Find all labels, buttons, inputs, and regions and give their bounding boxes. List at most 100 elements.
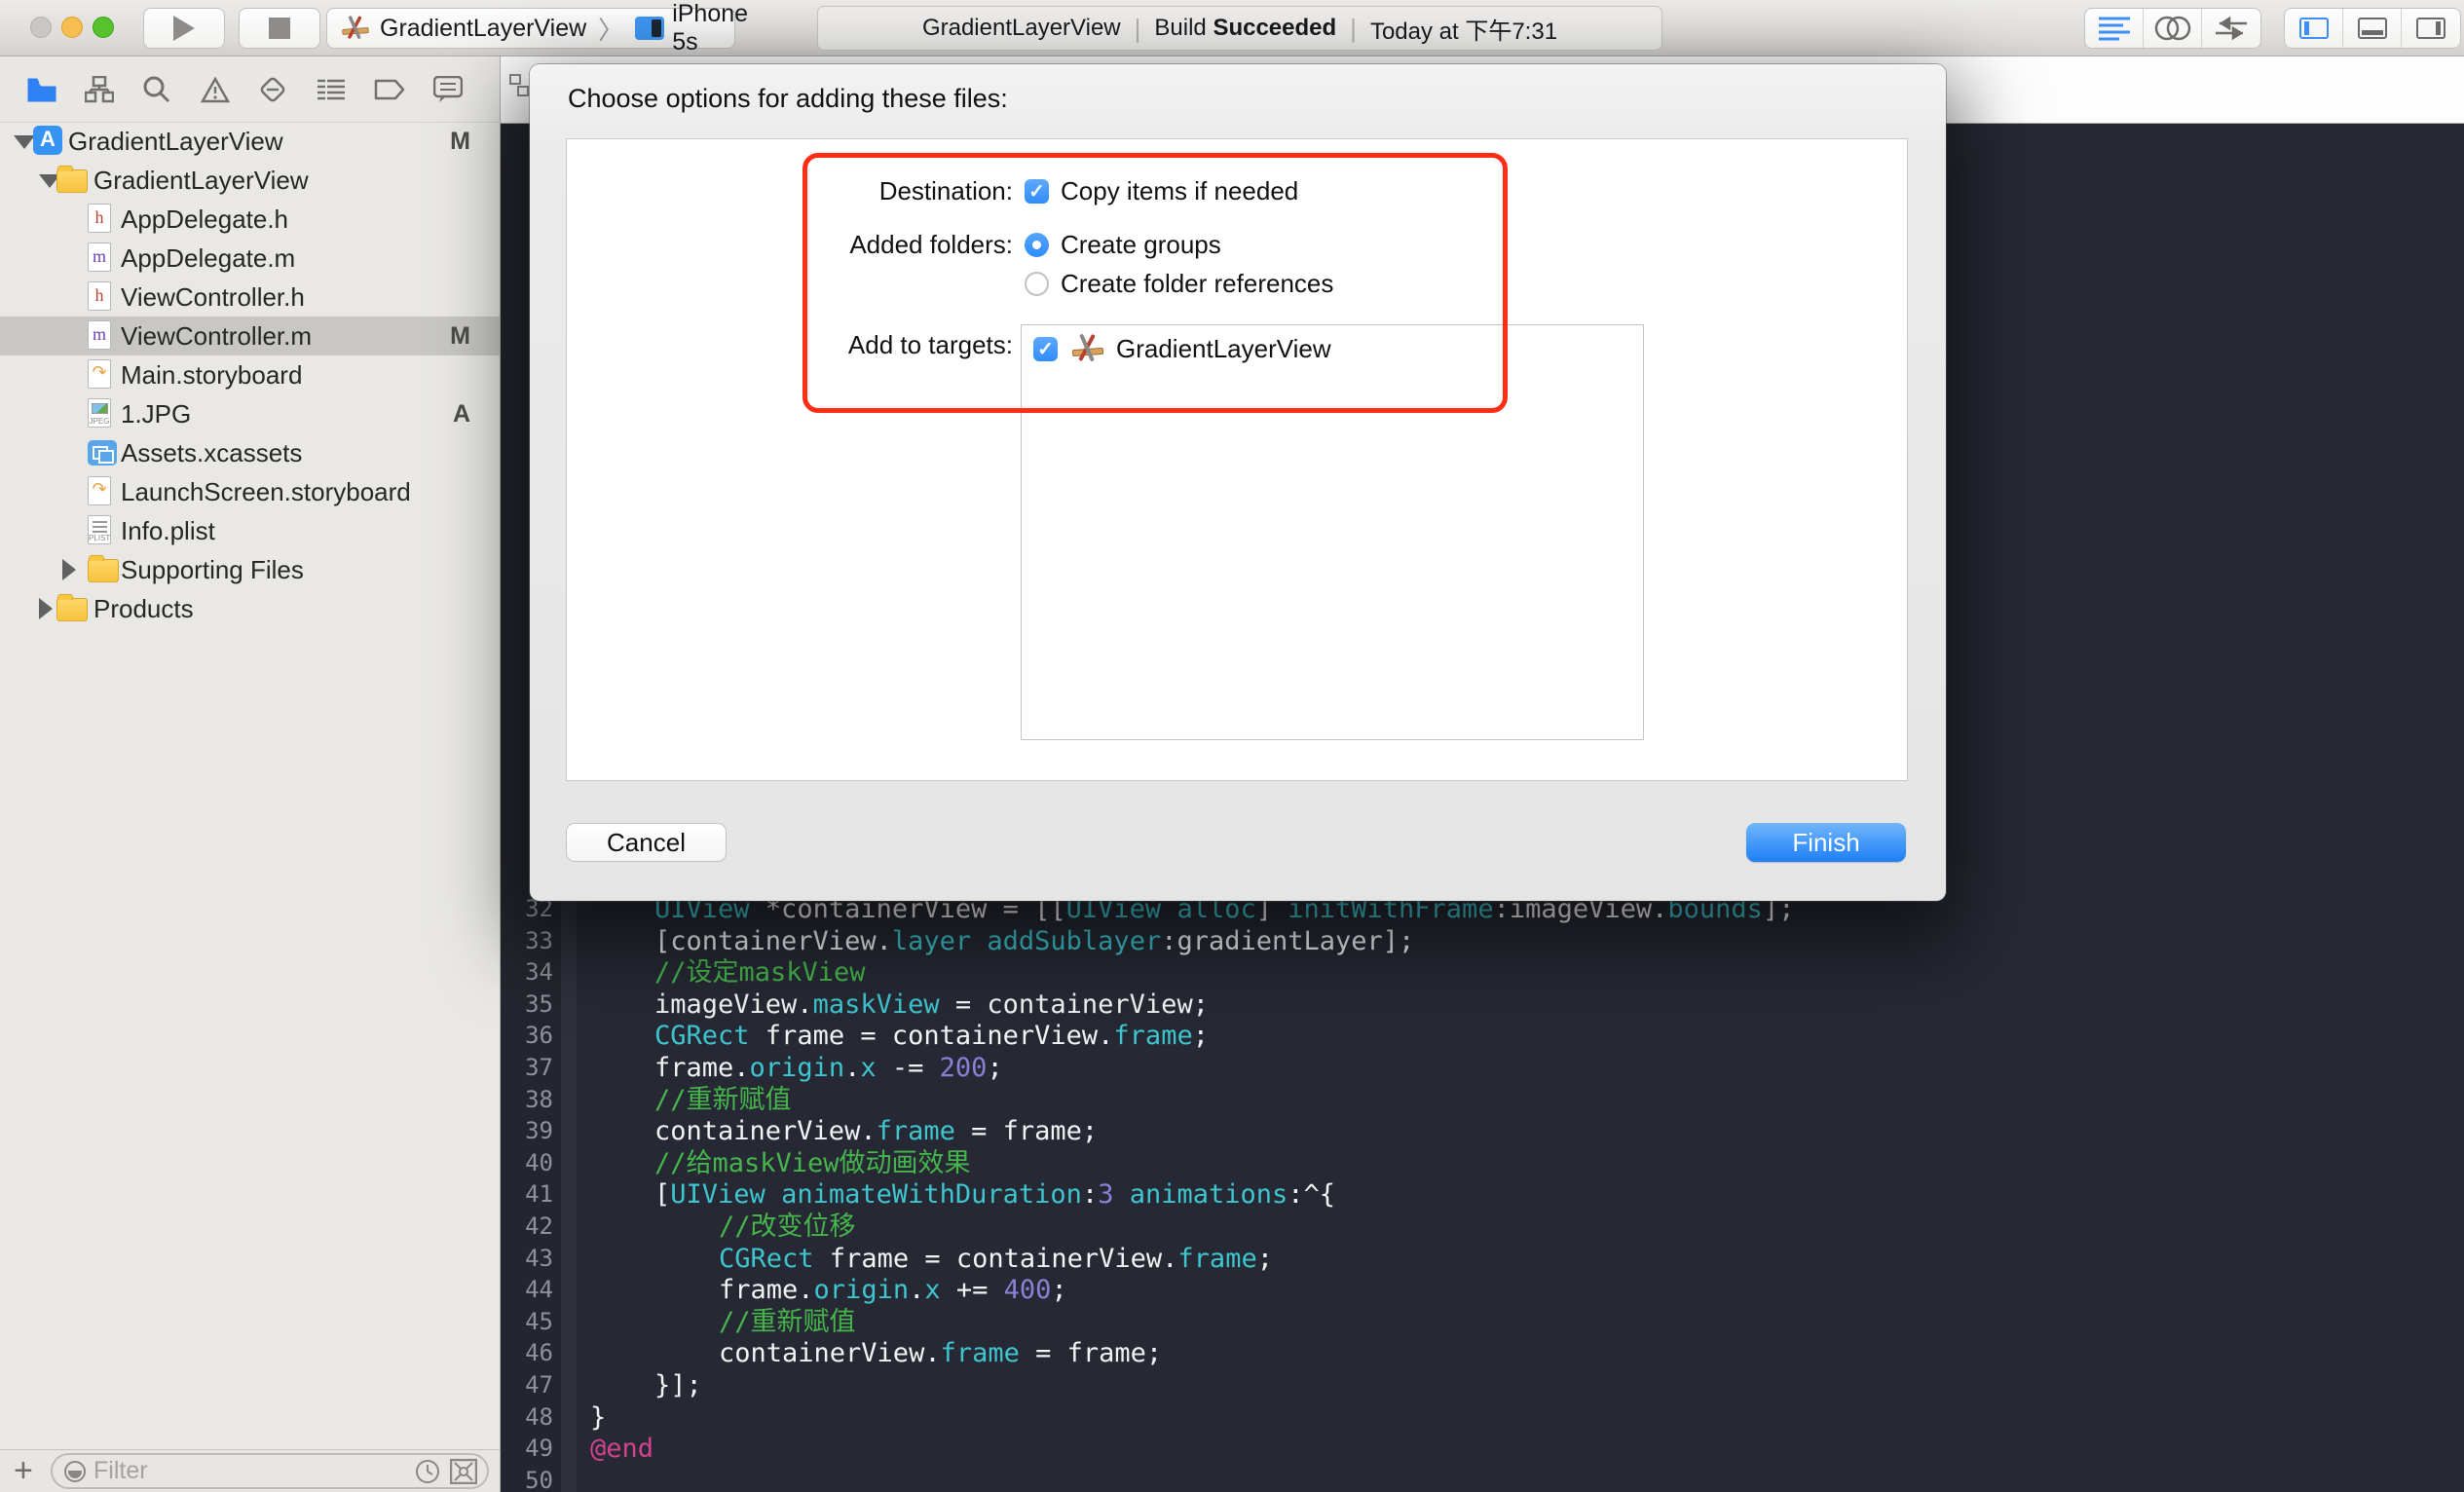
recent-files-clock-icon[interactable] — [415, 1459, 440, 1484]
device-icon — [635, 17, 665, 40]
status-build: Build Succeeded — [1154, 15, 1337, 41]
code-line-46[interactable]: 46 containerView.frame = frame; — [501, 1337, 2464, 1369]
code-text: //重新赋值 — [654, 1084, 792, 1115]
assistant-editor-icon — [2154, 16, 2190, 41]
tree-item-assets-xcassets[interactable]: Assets.xcassets — [0, 433, 500, 472]
standard-editor-button[interactable] — [2085, 9, 2144, 48]
code-line-48[interactable]: 48} — [501, 1401, 2464, 1434]
status-time: Today at 下午7:31 — [1369, 18, 1558, 45]
stop-button[interactable] — [239, 8, 320, 49]
finish-button[interactable]: Finish — [1746, 823, 1906, 862]
tree-item-gradientlayerview[interactable]: GradientLayerView — [0, 161, 500, 200]
line-number: 39 — [525, 1117, 553, 1145]
tree-item-appdelegate-m[interactable]: m AppDelegate.m — [0, 239, 500, 278]
navigator-tab-search[interactable] — [140, 73, 173, 106]
chevron-right-icon: 〉 — [598, 15, 624, 45]
version-editor-button[interactable] — [2202, 9, 2260, 48]
code-line-35[interactable]: 35 imageView.maskView = containerView; — [501, 988, 2464, 1021]
tree-item-info-plist[interactable]: PLIST Info.plist — [0, 511, 500, 550]
navigator-tab-tests[interactable] — [256, 73, 289, 106]
scheme-selector[interactable]: GradientLayerView 〉 iPhone 5s — [326, 0, 748, 56]
navigator-tab-issues[interactable] — [199, 73, 232, 106]
radio-create-folder-references[interactable] — [1025, 272, 1049, 296]
tree-item-appdelegate-h[interactable]: h AppDelegate.h — [0, 200, 500, 239]
navigator-tab-debug[interactable] — [315, 73, 348, 106]
tree-item-launchscreen-storyboard[interactable]: ↷ LaunchScreen.storyboard — [0, 472, 500, 511]
close-window-icon[interactable] — [30, 17, 52, 38]
line-number: 48 — [525, 1402, 553, 1431]
tree-item-label: Main.storyboard — [121, 359, 303, 390]
view-toggle-group — [2284, 8, 2461, 49]
tree-item-label: LaunchScreen.storyboard — [121, 476, 411, 506]
navigator-filter-bar: + Filter — [0, 1449, 501, 1492]
code-line-50[interactable]: 50 — [501, 1465, 2464, 1492]
code-text: containerView.frame = frame; — [719, 1338, 1163, 1369]
navigator-tab-breakpoints[interactable] — [373, 73, 406, 106]
add-to-targets-label: Add to targets: — [847, 330, 1013, 359]
search-navigator-icon — [143, 76, 170, 103]
code-line-37[interactable]: 37 frame.origin.x -= 200; — [501, 1052, 2464, 1084]
code-line-36[interactable]: 36 CGRect frame = containerView.frame; — [501, 1020, 2464, 1052]
tree-item-1-jpg[interactable]: JPEG 1.JPG A — [0, 394, 500, 433]
code-text: } — [590, 1401, 607, 1433]
version-editor-icon — [2216, 16, 2247, 41]
zoom-window-icon[interactable] — [93, 17, 114, 38]
line-number: 42 — [525, 1212, 553, 1240]
target-row-gradientlayerview[interactable]: ✓ GradientLayerView — [1022, 325, 1643, 372]
assistant-editor-button[interactable] — [2144, 9, 2202, 48]
radio-create-groups-selected[interactable] — [1025, 233, 1049, 257]
line-number: 43 — [525, 1244, 553, 1272]
disclosure-right-icon[interactable] — [62, 559, 76, 580]
target-name: GradientLayerView — [1116, 333, 1331, 363]
code-line-39[interactable]: 39 containerView.frame = frame; — [501, 1115, 2464, 1147]
navigator-tab-symbols[interactable] — [83, 73, 116, 106]
code-line-43[interactable]: 43 CGRect frame = containerView.frame; — [501, 1243, 2464, 1275]
navigator-panel-button[interactable] — [2285, 9, 2343, 48]
tree-item-supporting-files[interactable]: Supporting Files — [0, 550, 500, 589]
storyboard-icon: ↷ — [88, 476, 111, 505]
source-control-status-icon[interactable] — [450, 1458, 477, 1484]
issues-navigator-icon — [201, 76, 230, 103]
code-line-41[interactable]: 41 [UIView animateWithDuration:3 animatio… — [501, 1178, 2464, 1211]
utilities-panel-button[interactable] — [2402, 9, 2460, 48]
filter-input[interactable]: Filter — [51, 1453, 489, 1489]
code-line-45[interactable]: 45 //重新赋值 — [501, 1306, 2464, 1338]
tree-item-viewcontroller-h[interactable]: h ViewController.h — [0, 278, 500, 317]
navigator-tab-project-selected[interactable] — [25, 73, 58, 106]
status-divider: | — [1134, 13, 1141, 43]
code-line-33[interactable]: 33 [containerView.layer addSublayer:gradi… — [501, 925, 2464, 957]
xcode-window: 32 UIView *containerView = [[UIView alloc… — [0, 0, 2464, 1492]
code-line-44[interactable]: 44 frame.origin.x += 400; — [501, 1274, 2464, 1306]
disclosure-down-icon[interactable] — [14, 135, 35, 149]
code-line-47[interactable]: 47}]; — [501, 1369, 2464, 1401]
code-line-42[interactable]: 42 //改变位移 — [501, 1211, 2464, 1243]
tree-item-products[interactable]: Products — [0, 589, 500, 628]
line-number: 44 — [525, 1276, 553, 1304]
copy-items-checkbox[interactable]: ✓ — [1025, 179, 1049, 204]
cancel-button[interactable]: Cancel — [566, 823, 727, 862]
code-line-38[interactable]: 38 //重新赋值 — [501, 1084, 2464, 1116]
debug-panel-icon — [2357, 18, 2387, 39]
tree-item-viewcontroller-m[interactable]: m ViewController.m M — [0, 317, 500, 355]
tree-item-main-storyboard[interactable]: ↷ Main.storyboard — [0, 355, 500, 394]
code-line-34[interactable]: 34 //设定maskView — [501, 956, 2464, 988]
tree-item-gradientlayerview[interactable]: GradientLayerView M — [0, 123, 500, 161]
disclosure-right-icon[interactable] — [39, 598, 53, 619]
code-line-49[interactable]: 49 @end — [501, 1433, 2464, 1465]
targets-list[interactable]: ✓ GradientLayerView — [1021, 324, 1644, 740]
filter-placeholder: Filter — [93, 1457, 148, 1484]
stop-icon — [269, 18, 290, 39]
debug-panel-button[interactable] — [2343, 9, 2402, 48]
plist-icon: PLIST — [88, 515, 111, 544]
run-button[interactable] — [143, 8, 225, 49]
xcode-project-icon — [342, 15, 370, 41]
code-line-40[interactable]: 40 //给maskView做动画效果 — [501, 1147, 2464, 1179]
xcode-target-icon — [1071, 333, 1104, 364]
navigator-tab-reports[interactable] — [431, 73, 465, 106]
code-text: CGRect frame = containerView.frame; — [654, 1021, 1209, 1052]
status-badge: M — [450, 127, 470, 155]
minimize-window-icon[interactable] — [61, 17, 83, 38]
target-checkbox[interactable]: ✓ — [1033, 336, 1058, 361]
code-text: @end — [590, 1434, 654, 1465]
add-item-icon[interactable]: + — [14, 1452, 33, 1490]
